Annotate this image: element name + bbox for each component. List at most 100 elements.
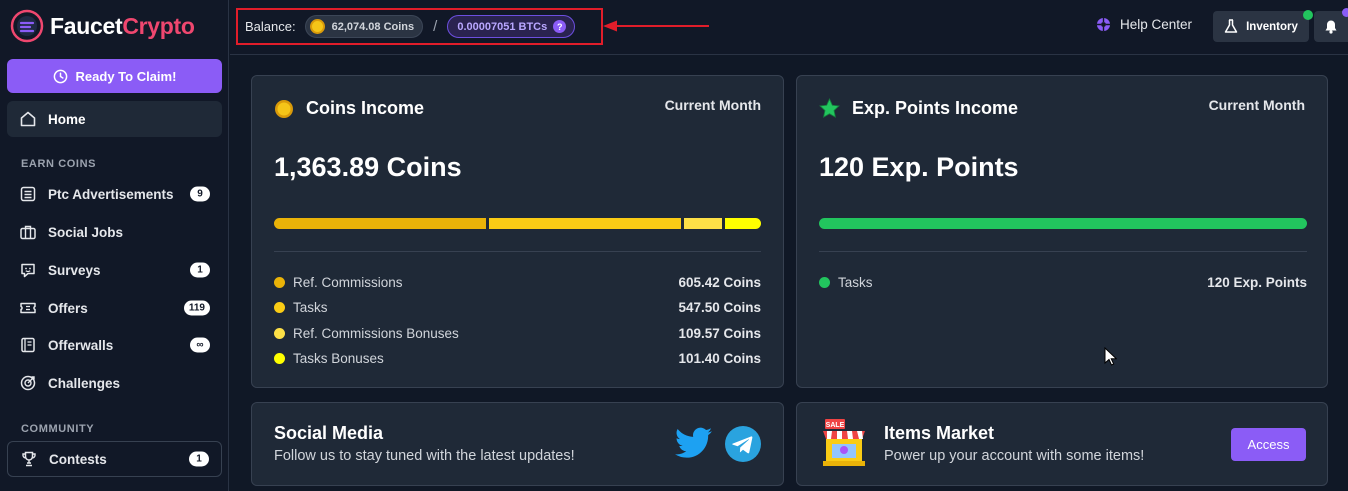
sidebar-item-home[interactable]: Home	[7, 101, 222, 137]
legend-dot	[819, 276, 830, 288]
social-media-subtitle: Follow us to stay tuned with the latest …	[274, 448, 575, 464]
red-arrow-annotation	[603, 20, 709, 32]
coins-income-card: Coins Income Current Month 1,363.89 Coin…	[251, 75, 784, 388]
topbar: Balance: 62,074.08 Coins / 0.00007051 BT…	[230, 0, 1348, 55]
sidebar-item-surveys[interactable]: Surveys 1	[7, 252, 222, 288]
btc-balance-value: 0.00007051 BTCs	[457, 20, 548, 33]
income-row: Ref. Commissions 605.42 Coins	[274, 273, 761, 291]
survey-icon	[19, 261, 37, 279]
items-market-card: SALE Items Market Power up your account …	[796, 402, 1328, 486]
balance-separator: /	[433, 18, 438, 35]
help-center-icon	[1096, 17, 1111, 32]
period-label: Current Month	[664, 97, 761, 113]
telegram-icon[interactable]	[725, 426, 761, 462]
legend-dot	[274, 327, 285, 339]
income-row: Tasks 547.50 Coins	[274, 298, 761, 316]
help-question-icon[interactable]: ?	[553, 20, 567, 33]
coins-balance-pill[interactable]: 62,074.08 Coins	[304, 15, 424, 38]
sidebar-item-offers[interactable]: Offers 119	[7, 290, 222, 326]
income-row: Tasks Bonuses 101.40 Coins	[274, 349, 761, 367]
home-icon	[19, 110, 37, 128]
star-icon	[819, 98, 840, 118]
exp-points-income-card: Exp. Points Income Current Month 120 Exp…	[796, 75, 1328, 388]
income-row-value: 120 Exp. Points	[1207, 274, 1307, 290]
count-badge: 1	[189, 451, 209, 467]
social-media-card: Social Media Follow us to stay tuned wit…	[251, 402, 784, 486]
inventory-button[interactable]: Inventory	[1213, 11, 1309, 42]
online-status-dot	[1303, 10, 1313, 20]
divider	[274, 251, 761, 252]
sidebar-item-label: Surveys	[48, 262, 101, 278]
balance-label: Balance:	[245, 19, 296, 34]
sidebar-item-label: Ptc Advertisements	[48, 186, 174, 202]
sidebar: FaucetCrypto Ready To Claim! Home EARN C…	[0, 0, 229, 491]
income-row-label: Tasks	[293, 299, 328, 315]
sidebar-item-label: Offerwalls	[48, 337, 114, 353]
trophy-icon	[20, 450, 38, 468]
logo[interactable]: FaucetCrypto	[10, 9, 195, 43]
income-row-value: 101.40 Coins	[678, 350, 761, 366]
items-market-title: Items Market	[884, 423, 995, 443]
income-row-value: 605.42 Coins	[678, 274, 761, 290]
section-label-earn-coins: EARN COINS	[21, 158, 97, 170]
briefcase-icon	[19, 223, 37, 241]
coins-balance-value: 62,074.08 Coins	[331, 20, 415, 33]
sidebar-item-ptc-advertisements[interactable]: Ptc Advertisements 9	[7, 176, 222, 212]
coins-bar-segment	[489, 218, 682, 229]
sidebar-item-offerwalls[interactable]: Offerwalls ∞	[7, 327, 222, 363]
count-badge: ∞	[190, 337, 210, 353]
income-row-label: Ref. Commissions	[293, 274, 403, 290]
flask-icon	[1224, 19, 1238, 33]
help-center-link[interactable]: Help Center	[1096, 17, 1192, 32]
coins-income-title: Coins Income	[306, 98, 425, 118]
clock-icon	[53, 69, 67, 83]
sidebar-item-social-jobs[interactable]: Social Jobs	[7, 214, 222, 250]
exp-income-total: 120 Exp. Points	[819, 152, 1019, 182]
exp-bar-segment	[819, 218, 1307, 229]
income-row: Tasks 120 Exp. Points	[819, 273, 1307, 291]
legend-dot	[274, 352, 285, 364]
notification-dot	[1342, 8, 1348, 17]
sidebar-item-contests[interactable]: Contests 1	[7, 441, 222, 477]
count-badge: 9	[190, 186, 210, 202]
mouse-cursor-icon	[1104, 347, 1117, 366]
coin-icon	[275, 99, 293, 118]
income-row-value: 109.57 Coins	[678, 325, 761, 341]
count-badge: 1	[190, 262, 210, 278]
logo-text-part1: Faucet	[50, 12, 123, 39]
income-row-label: Ref. Commissions Bonuses	[293, 325, 459, 341]
coin-icon	[309, 19, 325, 34]
coins-income-bar	[274, 218, 761, 229]
twitter-icon[interactable]	[675, 427, 712, 459]
logo-text-part2: Crypto	[122, 12, 195, 39]
balance-box: Balance: 62,074.08 Coins / 0.00007051 BT…	[236, 8, 603, 45]
income-row-label: Tasks	[838, 274, 873, 290]
period-label: Current Month	[1208, 97, 1305, 113]
sidebar-item-label: Home	[48, 111, 86, 127]
access-button[interactable]: Access	[1231, 428, 1306, 461]
exp-income-bar	[819, 218, 1307, 229]
coins-bar-segment	[274, 218, 487, 229]
faucetcrypto-logo-icon	[10, 9, 44, 43]
income-row-value: 547.50 Coins	[678, 299, 761, 315]
sidebar-item-label: Challenges	[48, 375, 121, 391]
sale-shop-icon: SALE	[823, 419, 865, 466]
section-label-community: COMMUNITY	[21, 423, 95, 435]
ready-to-claim-button[interactable]: Ready To Claim!	[7, 59, 222, 93]
list-icon	[19, 185, 37, 203]
items-market-subtitle: Power up your account with some items!	[884, 448, 1145, 464]
book-icon	[19, 336, 37, 354]
btc-balance-pill[interactable]: 0.00007051 BTCs ?	[447, 15, 576, 38]
inventory-label: Inventory	[1246, 20, 1298, 33]
sidebar-item-challenges[interactable]: Challenges	[7, 365, 222, 401]
sidebar-item-label: Offers	[48, 300, 88, 316]
sidebar-item-label: Contests	[49, 451, 107, 467]
bell-icon	[1325, 20, 1337, 34]
sale-sign-text: SALE	[826, 422, 845, 429]
income-row-label: Tasks Bonuses	[293, 350, 384, 366]
legend-dot	[274, 301, 285, 313]
social-media-title: Social Media	[274, 423, 384, 443]
exp-income-title: Exp. Points Income	[852, 98, 1019, 118]
help-center-label: Help Center	[1120, 17, 1193, 32]
coins-bar-segment	[684, 218, 723, 229]
